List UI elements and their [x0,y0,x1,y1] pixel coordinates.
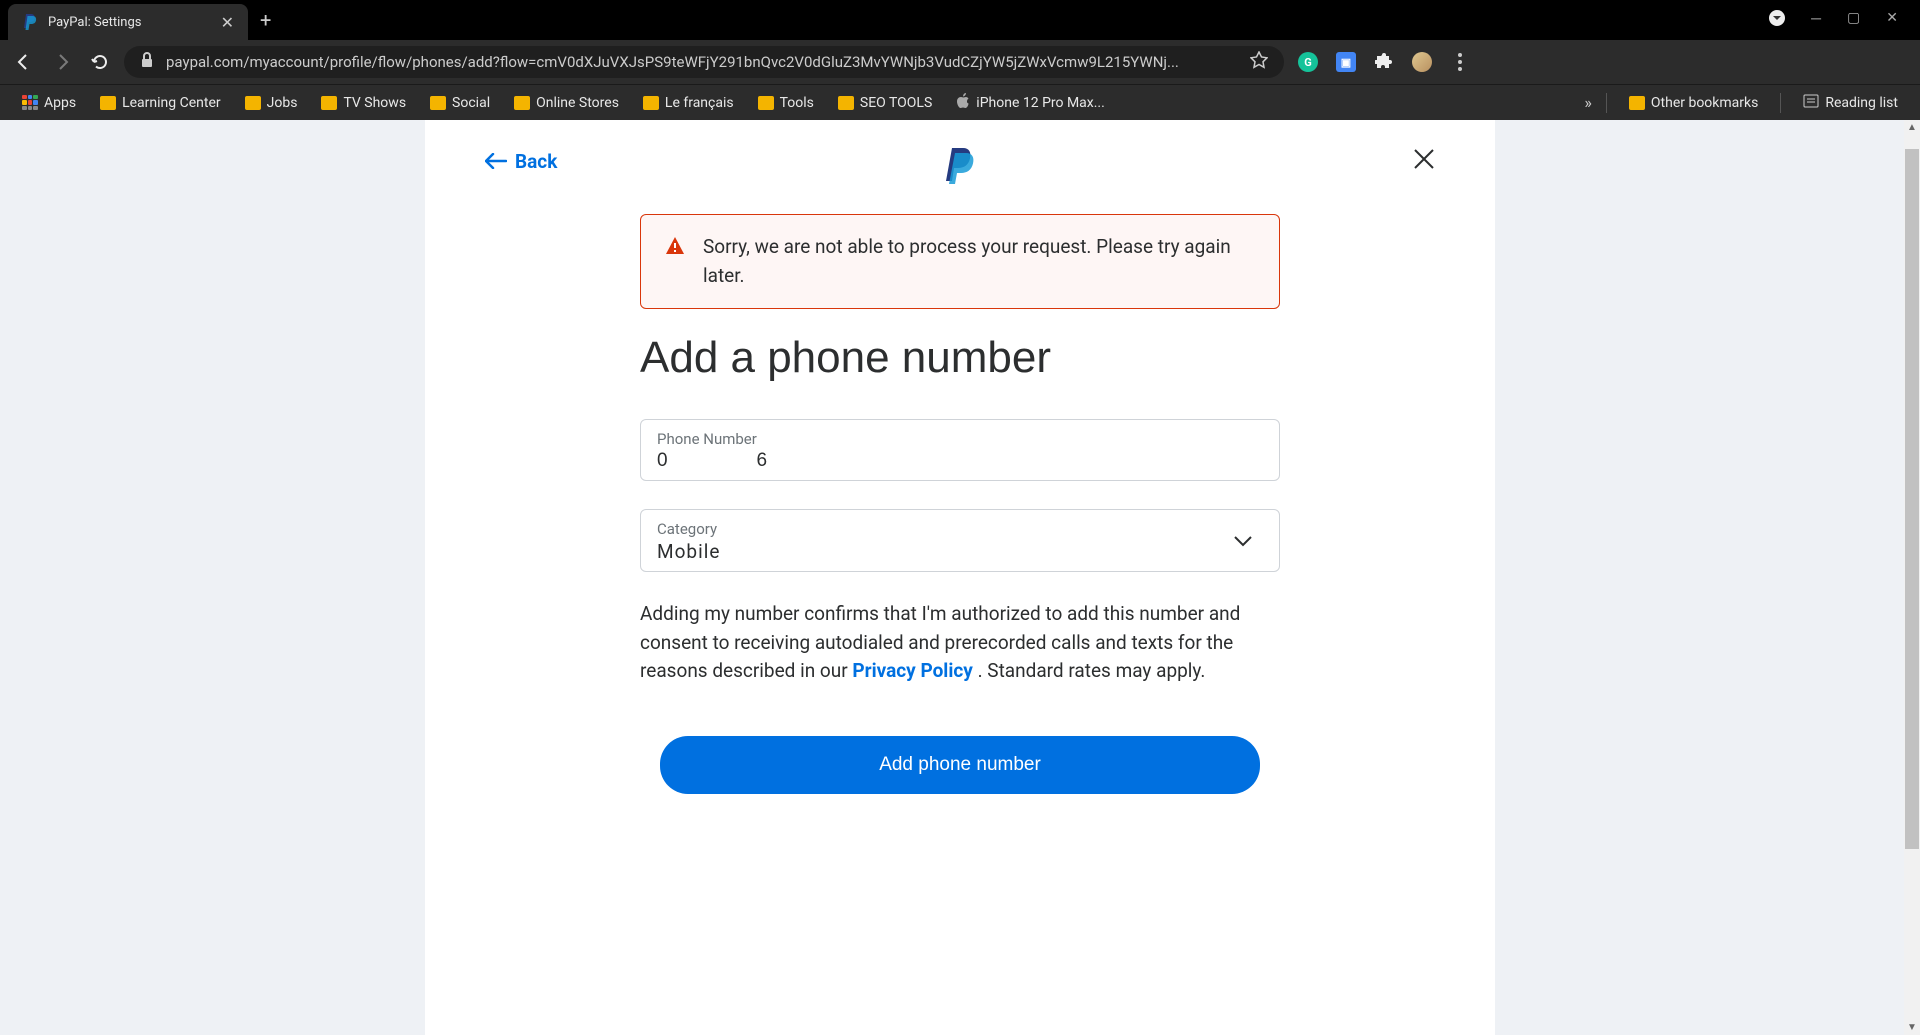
apps-grid-icon [22,95,38,111]
bookmark-tv[interactable]: TV Shows [313,91,414,115]
address-bar: paypal.com/myaccount/profile/flow/phones… [0,40,1920,84]
category-label: Category [657,520,720,538]
bookmarks-overflow-icon[interactable]: » [1584,93,1592,112]
card-header: Back [485,148,1435,174]
phone-number-field[interactable]: Phone Number [640,419,1280,481]
category-field[interactable]: Category Mobile [640,509,1280,572]
apps-bookmark[interactable]: Apps [14,91,84,115]
paypal-favicon-icon [22,14,38,30]
apple-icon [956,93,970,113]
extensions-puzzle-icon[interactable] [1374,52,1394,72]
profile-avatar-icon[interactable] [1412,52,1432,72]
bookmark-french[interactable]: Le français [635,91,742,115]
folder-icon [643,96,659,110]
error-alert: Sorry, we are not able to process your r… [640,214,1280,309]
phone-label: Phone Number [657,430,1263,448]
paypal-logo-icon [944,146,976,188]
privacy-policy-link[interactable]: Privacy Policy [852,659,972,682]
bookmarks-bar: Apps Learning Center Jobs TV Shows Socia… [0,84,1920,120]
bookmark-learning[interactable]: Learning Center [92,91,229,115]
close-icon [1413,148,1435,170]
back-icon[interactable] [14,52,34,72]
extension-icon[interactable]: ▣ [1336,52,1356,72]
browser-tab[interactable]: PayPal: Settings ✕ [8,4,248,40]
grammarly-icon[interactable]: G [1298,52,1318,72]
folder-icon [245,96,261,110]
down-arrow-icon[interactable] [1769,10,1785,30]
page-viewport: Back Sorry, we are not able to process y… [0,120,1920,1035]
disclaimer-text: Adding my number confirms that I'm autho… [640,600,1280,686]
error-message: Sorry, we are not able to process your r… [703,233,1255,290]
reload-icon[interactable] [90,52,110,72]
chevron-down-icon [1233,532,1263,551]
category-value: Mobile [657,540,720,563]
bookmark-stores[interactable]: Online Stores [506,91,627,115]
bookmark-social[interactable]: Social [422,91,498,115]
back-button[interactable]: Back [485,150,557,173]
folder-icon [321,96,337,110]
close-button[interactable] [1413,148,1435,174]
other-bookmarks[interactable]: Other bookmarks [1621,91,1766,115]
add-phone-button[interactable]: Add phone number [660,736,1260,794]
scroll-up-icon[interactable]: ▲ [1907,122,1917,133]
form-container: Sorry, we are not able to process your r… [640,214,1280,794]
extension-icons: G ▣ [1298,52,1470,72]
folder-icon [100,96,116,110]
page-title: Add a phone number [640,333,1280,383]
url-bar[interactable]: paypal.com/myaccount/profile/flow/phones… [124,46,1284,78]
lock-icon [140,52,154,72]
nav-buttons [14,52,110,72]
window-controls: ─ ▢ ✕ [1769,10,1912,30]
tab-title: PayPal: Settings [48,15,211,30]
maximize-icon[interactable]: ▢ [1847,10,1860,30]
minimize-icon[interactable]: ─ [1811,10,1821,30]
divider [1780,93,1781,113]
tab-bar: PayPal: Settings ✕ + ─ ▢ ✕ [0,0,1920,40]
folder-icon [514,96,530,110]
menu-icon[interactable] [1450,52,1470,72]
url-text: paypal.com/myaccount/profile/flow/phones… [166,53,1238,71]
new-tab-button[interactable]: + [260,8,271,32]
content-card: Back Sorry, we are not able to process y… [425,120,1495,1035]
star-icon[interactable] [1250,51,1268,73]
arrow-left-icon [485,153,507,169]
bookmark-seo[interactable]: SEO TOOLS [830,91,940,115]
back-label: Back [515,150,557,173]
divider [1606,93,1607,113]
bookmark-iphone[interactable]: iPhone 12 Pro Max... [948,89,1113,117]
forward-icon[interactable] [52,52,72,72]
folder-icon [838,96,854,110]
folder-icon [758,96,774,110]
browser-chrome: PayPal: Settings ✕ + ─ ▢ ✕ [0,0,1920,120]
tab-close-icon[interactable]: ✕ [221,13,234,32]
scrollbar-thumb[interactable] [1905,149,1919,849]
folder-icon [1629,96,1645,110]
folder-icon [430,96,446,110]
scrollbar[interactable]: ▲ ▼ [1904,120,1920,1035]
bookmark-tools[interactable]: Tools [750,91,822,115]
warning-icon [665,236,685,260]
bookmark-jobs[interactable]: Jobs [237,91,306,115]
scroll-down-icon[interactable]: ▼ [1907,1022,1917,1033]
reading-list[interactable]: Reading list [1795,89,1906,117]
close-window-icon[interactable]: ✕ [1886,10,1898,30]
reading-list-icon [1803,93,1819,113]
phone-input[interactable] [657,450,1263,472]
